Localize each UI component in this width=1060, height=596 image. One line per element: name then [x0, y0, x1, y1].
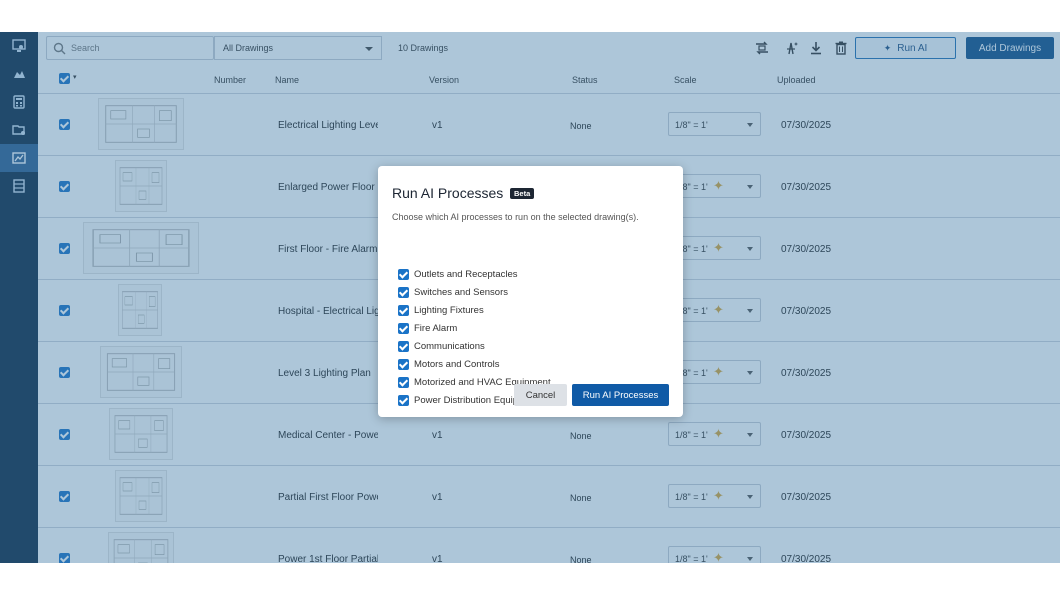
process-option-label: Switches and Sensors: [414, 287, 508, 298]
process-option-label: Fire Alarm: [414, 323, 458, 334]
process-option-label: Lighting Fixtures: [414, 305, 484, 316]
cancel-button[interactable]: Cancel: [514, 384, 567, 406]
beta-badge: Beta: [510, 188, 535, 199]
process-option-checkbox[interactable]: [398, 323, 409, 334]
process-option-checkbox[interactable]: [398, 359, 409, 370]
app-window: All Drawings 10 Drawings ✦ Run AI Add Dr…: [0, 32, 1060, 563]
run-ai-processes-dialog: Run AI Processes Beta Choose which AI pr…: [378, 166, 683, 417]
process-option-label: Outlets and Receptacles: [414, 269, 518, 280]
process-option-checkbox[interactable]: [398, 269, 409, 280]
process-option-checkbox[interactable]: [398, 305, 409, 316]
dialog-description: Choose which AI processes to run on the …: [392, 212, 639, 222]
process-option-checkbox[interactable]: [398, 287, 409, 298]
dialog-title: Run AI Processes: [392, 185, 504, 201]
process-option-checkbox[interactable]: [398, 395, 409, 406]
process-option-checkbox[interactable]: [398, 377, 409, 388]
process-option-label: Motors and Controls: [414, 359, 500, 370]
run-ai-processes-button[interactable]: Run AI Processes: [572, 384, 669, 406]
process-option-label: Communications: [414, 341, 485, 352]
process-option-checkbox[interactable]: [398, 341, 409, 352]
